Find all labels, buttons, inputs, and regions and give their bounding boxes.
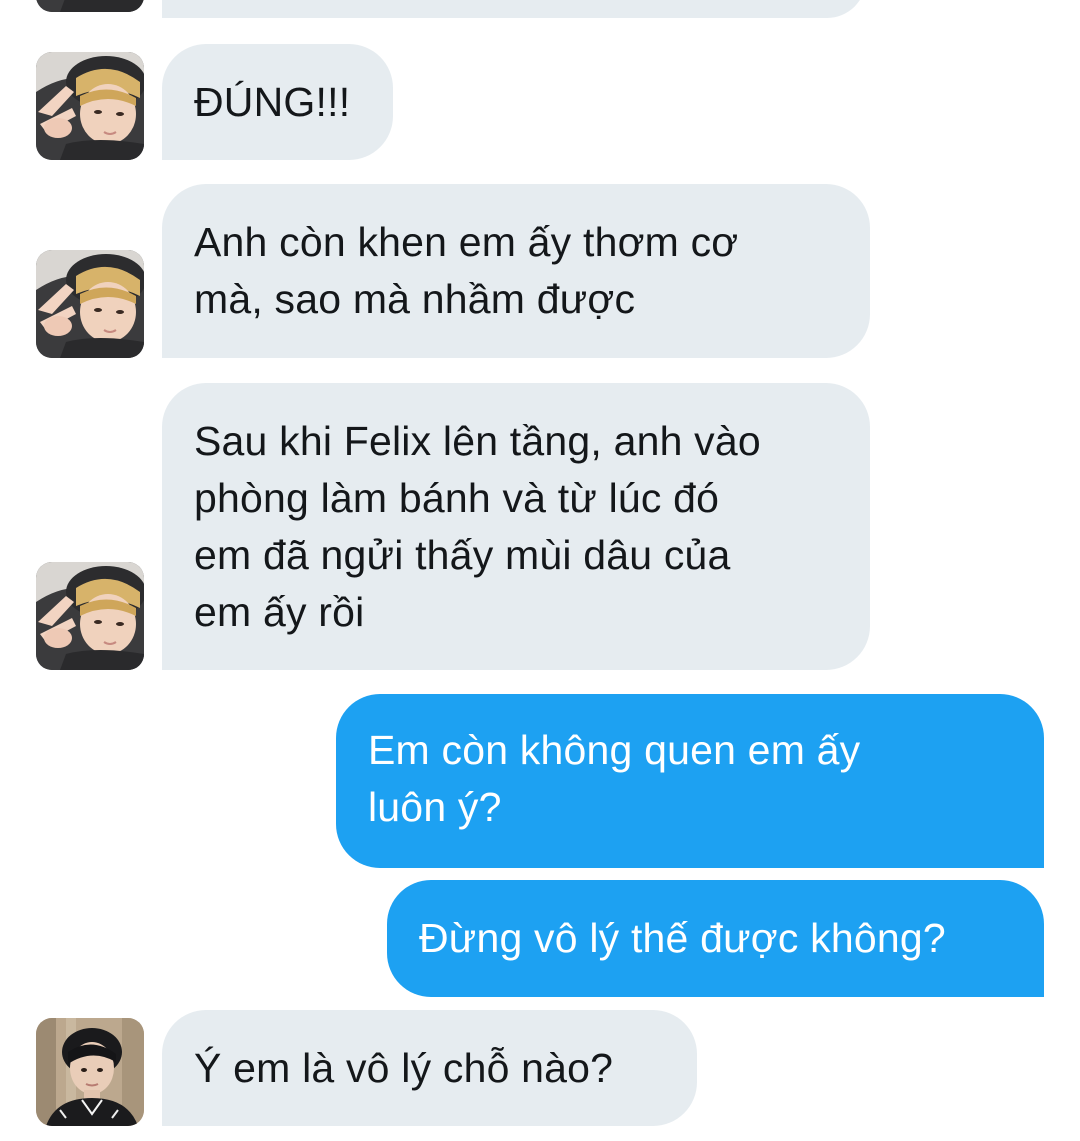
message-text-line: em ấy rồi: [194, 589, 365, 635]
message-bubble-incoming[interactable]: Sau khi Felix lên tầng, anh vào phòng là…: [162, 383, 870, 670]
message-bubble-incoming[interactable]: Ý em là vô lý chỗ nào?: [162, 1010, 697, 1126]
message-bubble-incoming[interactable]: Anh còn khen em ấy thơm cơ mà, sao mà nh…: [162, 184, 870, 358]
contact-avatar-image: [36, 562, 144, 670]
message-text-line: Ý em là vô lý chỗ nào?: [194, 1045, 614, 1091]
message-text-line: Anh còn khen em ấy thơm cơ: [194, 219, 739, 265]
message-bubble-incoming[interactable]: ĐÚNG!!!: [162, 44, 393, 160]
message-text-line: ĐÚNG!!!: [194, 79, 351, 125]
avatar[interactable]: [36, 250, 144, 358]
avatar[interactable]: [36, 0, 144, 12]
contact-avatar-image: [36, 250, 144, 358]
message-bubble-outgoing[interactable]: Đừng vô lý thế được không?: [387, 880, 1044, 997]
avatar[interactable]: [36, 1018, 144, 1126]
contact-avatar-image: [36, 52, 144, 160]
message-text-line: phòng làm bánh và từ lúc đó: [194, 475, 720, 521]
message-bubble-outgoing[interactable]: Em còn không quen em ấy luôn ý?: [336, 694, 1044, 868]
message-bubble-incoming[interactable]: [162, 0, 866, 18]
message-text-line: luôn ý?: [368, 784, 502, 830]
message-text-line: Đừng vô lý thế được không?: [419, 915, 946, 961]
avatar[interactable]: [36, 562, 144, 670]
message-text-line: em đã ngửi thấy mùi dâu của: [194, 532, 731, 578]
contact-avatar-image: [36, 0, 144, 12]
message-text-line: Em còn không quen em ấy: [368, 727, 861, 773]
message-text-line: Sau khi Felix lên tầng, anh vào: [194, 418, 761, 464]
avatar[interactable]: [36, 52, 144, 160]
contact-avatar-image: [36, 1018, 144, 1126]
message-text-line: mà, sao mà nhầm được: [194, 276, 636, 322]
